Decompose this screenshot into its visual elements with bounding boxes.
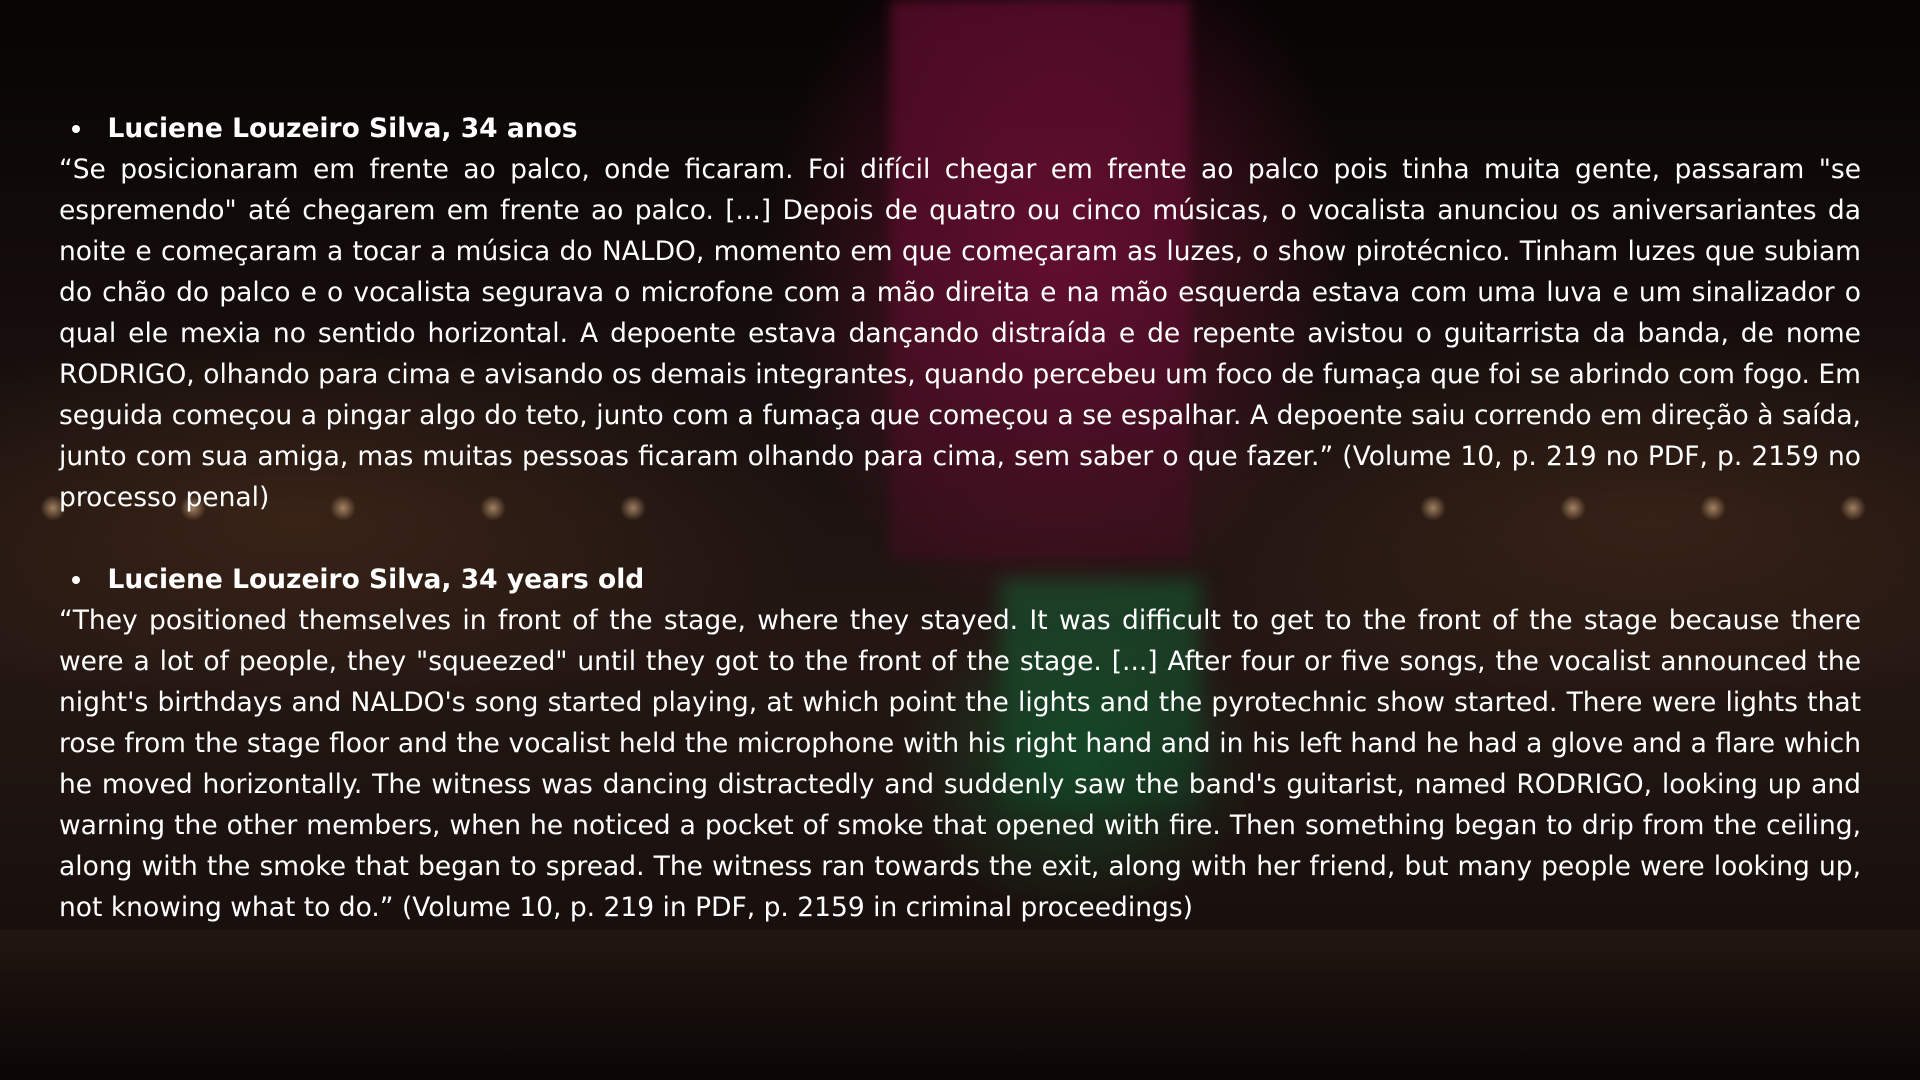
witness-name-heading: Luciene Louzeiro Silva, 34 anos — [107, 113, 578, 144]
testimony-text: Luciene Louzeiro Silva, 34 anos “Se posi… — [59, 108, 1861, 928]
witness-name-heading: Luciene Louzeiro Silva, 34 years old — [107, 564, 645, 595]
testimony-english: Luciene Louzeiro Silva, 34 years old “Th… — [59, 559, 1861, 928]
slide-background: Luciene Louzeiro Silva, 34 anos “Se posi… — [0, 0, 1920, 1080]
floor-shadow — [0, 930, 1920, 1080]
witness-quote: “Se posicionaram em frente ao palco, ond… — [59, 154, 1861, 513]
witness-quote: “They positioned themselves in front of … — [59, 605, 1861, 923]
testimony-portuguese: Luciene Louzeiro Silva, 34 anos “Se posi… — [59, 108, 1861, 518]
